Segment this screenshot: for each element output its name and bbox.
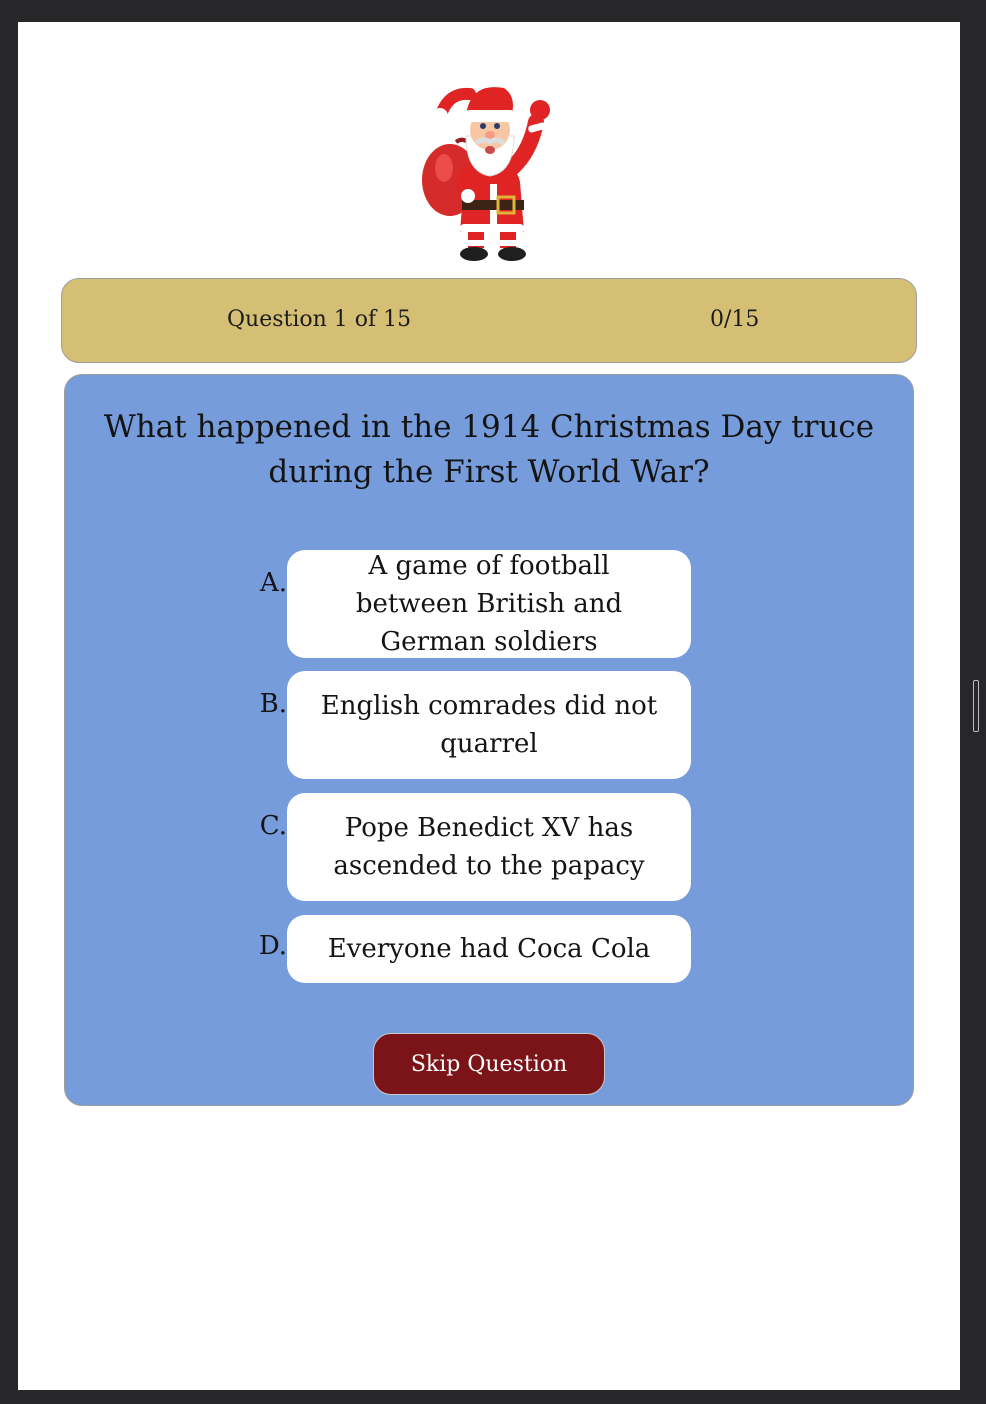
- answer-option-d[interactable]: D. Everyone had Coca Cola: [239, 915, 691, 983]
- quiz-status-bar: Question 1 of 15 0/15: [61, 278, 917, 363]
- answer-button-d[interactable]: Everyone had Coca Cola: [287, 915, 691, 983]
- window-resize-handle[interactable]: [973, 680, 979, 732]
- santa-mascot-image: [422, 87, 550, 261]
- answer-letter-a: A.: [259, 568, 287, 598]
- answer-letter-c: C.: [259, 811, 287, 841]
- answer-button-a[interactable]: A game of football between British and G…: [287, 550, 691, 658]
- answer-option-b[interactable]: B. English comrades did not quarrel: [239, 671, 691, 779]
- answer-option-a[interactable]: A. A game of football between British an…: [239, 550, 691, 658]
- answer-letter-d: D.: [258, 931, 287, 961]
- skip-question-button[interactable]: Skip Question: [373, 1033, 605, 1095]
- answer-button-c[interactable]: Pope Benedict XV has ascended to the pap…: [287, 793, 691, 901]
- answer-button-b[interactable]: English comrades did not quarrel: [287, 671, 691, 779]
- answer-letter-b: B.: [259, 689, 287, 719]
- question-counter: Question 1 of 15: [227, 307, 412, 332]
- question-text: What happened in the 1914 Christmas Day …: [103, 409, 875, 490]
- score-display: 0/15: [710, 307, 760, 332]
- answer-option-c[interactable]: C. Pope Benedict XV has ascended to the …: [239, 793, 691, 901]
- browser-viewport: Question 1 of 15 0/15 What happened in t…: [18, 22, 960, 1390]
- quiz-card: What happened in the 1914 Christmas Day …: [64, 374, 914, 1106]
